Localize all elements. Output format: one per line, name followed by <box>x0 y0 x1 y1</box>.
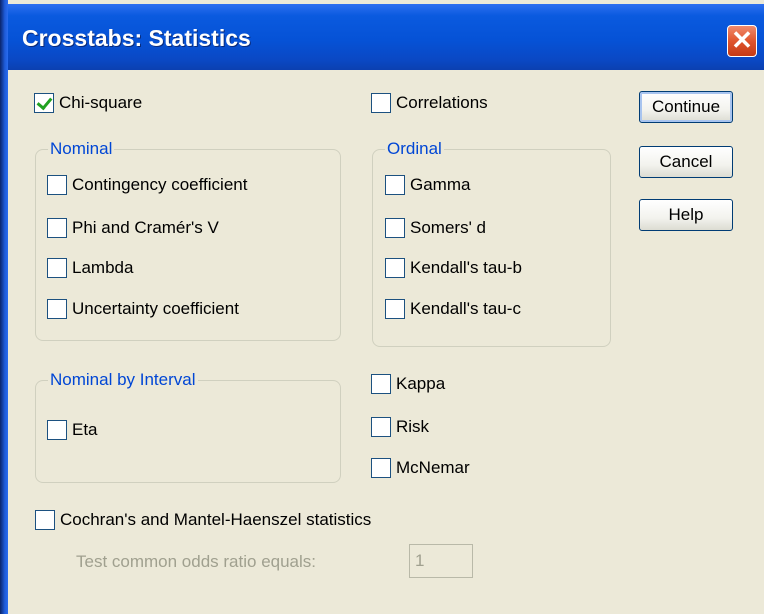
window-title: Crosstabs: Statistics <box>22 25 251 51</box>
title-bar[interactable]: Crosstabs: Statistics ✕ <box>0 4 764 70</box>
risk-checkbox[interactable]: Risk <box>371 417 429 437</box>
nominal-legend: Nominal <box>48 139 115 159</box>
somers-d-checkbox[interactable]: Somers' d <box>385 218 486 238</box>
chi-square-label: Chi-square <box>59 93 143 112</box>
checkbox-icon[interactable] <box>385 258 405 278</box>
kendalls-tau-b-checkbox[interactable]: Kendall's tau-b <box>385 258 522 278</box>
checkbox-icon[interactable] <box>47 175 67 195</box>
eta-checkbox[interactable]: Eta <box>47 420 98 440</box>
checkbox-icon[interactable] <box>371 458 391 478</box>
checkbox-icon[interactable] <box>371 93 391 113</box>
uncertainty-coefficient-checkbox[interactable]: Uncertainty coefficient <box>47 299 239 319</box>
cancel-button[interactable]: Cancel <box>639 146 733 178</box>
lambda-label: Lambda <box>72 258 134 277</box>
kendalls-tau-c-checkbox[interactable]: Kendall's tau-c <box>385 299 521 319</box>
cochran-mantel-haenszel-label: Cochran's and Mantel-Haenszel statistics <box>60 510 372 529</box>
phi-cramers-v-label: Phi and Cramér's V <box>72 218 219 237</box>
chi-square-checkbox[interactable]: Chi-square <box>34 93 142 113</box>
lambda-checkbox[interactable]: Lambda <box>47 258 133 278</box>
uncertainty-coefficient-label: Uncertainty coefficient <box>72 299 239 318</box>
risk-label: Risk <box>396 417 430 436</box>
dialog-window: Crosstabs: Statistics ✕ Chi-square Corre… <box>0 0 764 614</box>
contingency-coefficient-label: Contingency coefficient <box>72 175 248 194</box>
checkbox-icon[interactable] <box>35 510 55 530</box>
close-button[interactable]: ✕ <box>727 25 757 57</box>
phi-cramers-v-checkbox[interactable]: Phi and Cramér's V <box>47 218 219 238</box>
dialog-client-area: Chi-square Correlations Nominal Continge… <box>8 70 764 614</box>
checkbox-icon[interactable] <box>47 258 67 278</box>
close-icon: ✕ <box>731 25 753 55</box>
odds-ratio-label: Test common odds ratio equals: <box>76 552 317 571</box>
checkbox-icon[interactable] <box>371 417 391 437</box>
kappa-label: Kappa <box>396 374 446 393</box>
correlations-label: Correlations <box>396 93 488 112</box>
cochran-mantel-haenszel-checkbox[interactable]: Cochran's and Mantel-Haenszel statistics <box>35 510 371 530</box>
kendalls-tau-b-label: Kendall's tau-b <box>410 258 522 277</box>
mcnemar-label: McNemar <box>396 458 470 477</box>
help-button[interactable]: Help <box>639 199 733 231</box>
checkbox-icon[interactable] <box>47 218 67 238</box>
continue-button[interactable]: Continue <box>639 91 733 123</box>
contingency-coefficient-checkbox[interactable]: Contingency coefficient <box>47 175 247 195</box>
kappa-checkbox[interactable]: Kappa <box>371 374 445 394</box>
gamma-checkbox[interactable]: Gamma <box>385 175 470 195</box>
checkbox-icon[interactable] <box>371 374 391 394</box>
odds-ratio-input[interactable]: 1 <box>409 544 473 578</box>
checkbox-icon[interactable] <box>47 420 67 440</box>
nominal-by-interval-legend: Nominal by Interval <box>48 370 198 390</box>
checkbox-icon[interactable] <box>47 299 67 319</box>
somers-d-label: Somers' d <box>410 218 486 237</box>
checkbox-icon[interactable] <box>385 299 405 319</box>
window-left-border <box>0 0 8 614</box>
checkbox-icon[interactable] <box>385 175 405 195</box>
mcnemar-checkbox[interactable]: McNemar <box>371 458 470 478</box>
gamma-label: Gamma <box>410 175 471 194</box>
checkbox-checked-icon[interactable] <box>34 93 54 113</box>
checkbox-icon[interactable] <box>385 218 405 238</box>
kendalls-tau-c-label: Kendall's tau-c <box>410 299 521 318</box>
eta-label: Eta <box>72 420 98 439</box>
ordinal-legend: Ordinal <box>385 139 444 159</box>
correlations-checkbox[interactable]: Correlations <box>371 93 488 113</box>
